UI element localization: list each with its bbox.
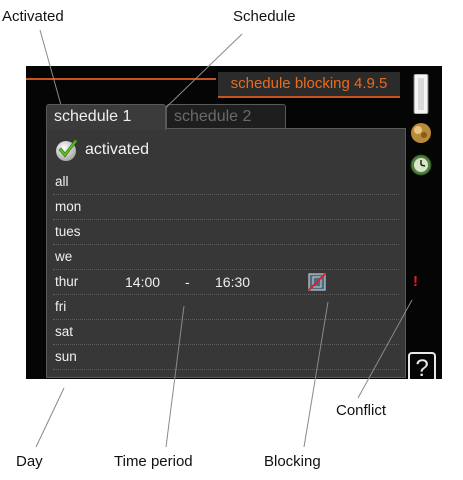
leader-time-period (165, 305, 185, 448)
tab-schedule-1[interactable]: schedule 1 (46, 104, 166, 130)
leader-blocking (303, 301, 329, 448)
callout-lines (35, 29, 413, 448)
leader-conflict (357, 299, 413, 399)
leader-day (35, 387, 65, 448)
